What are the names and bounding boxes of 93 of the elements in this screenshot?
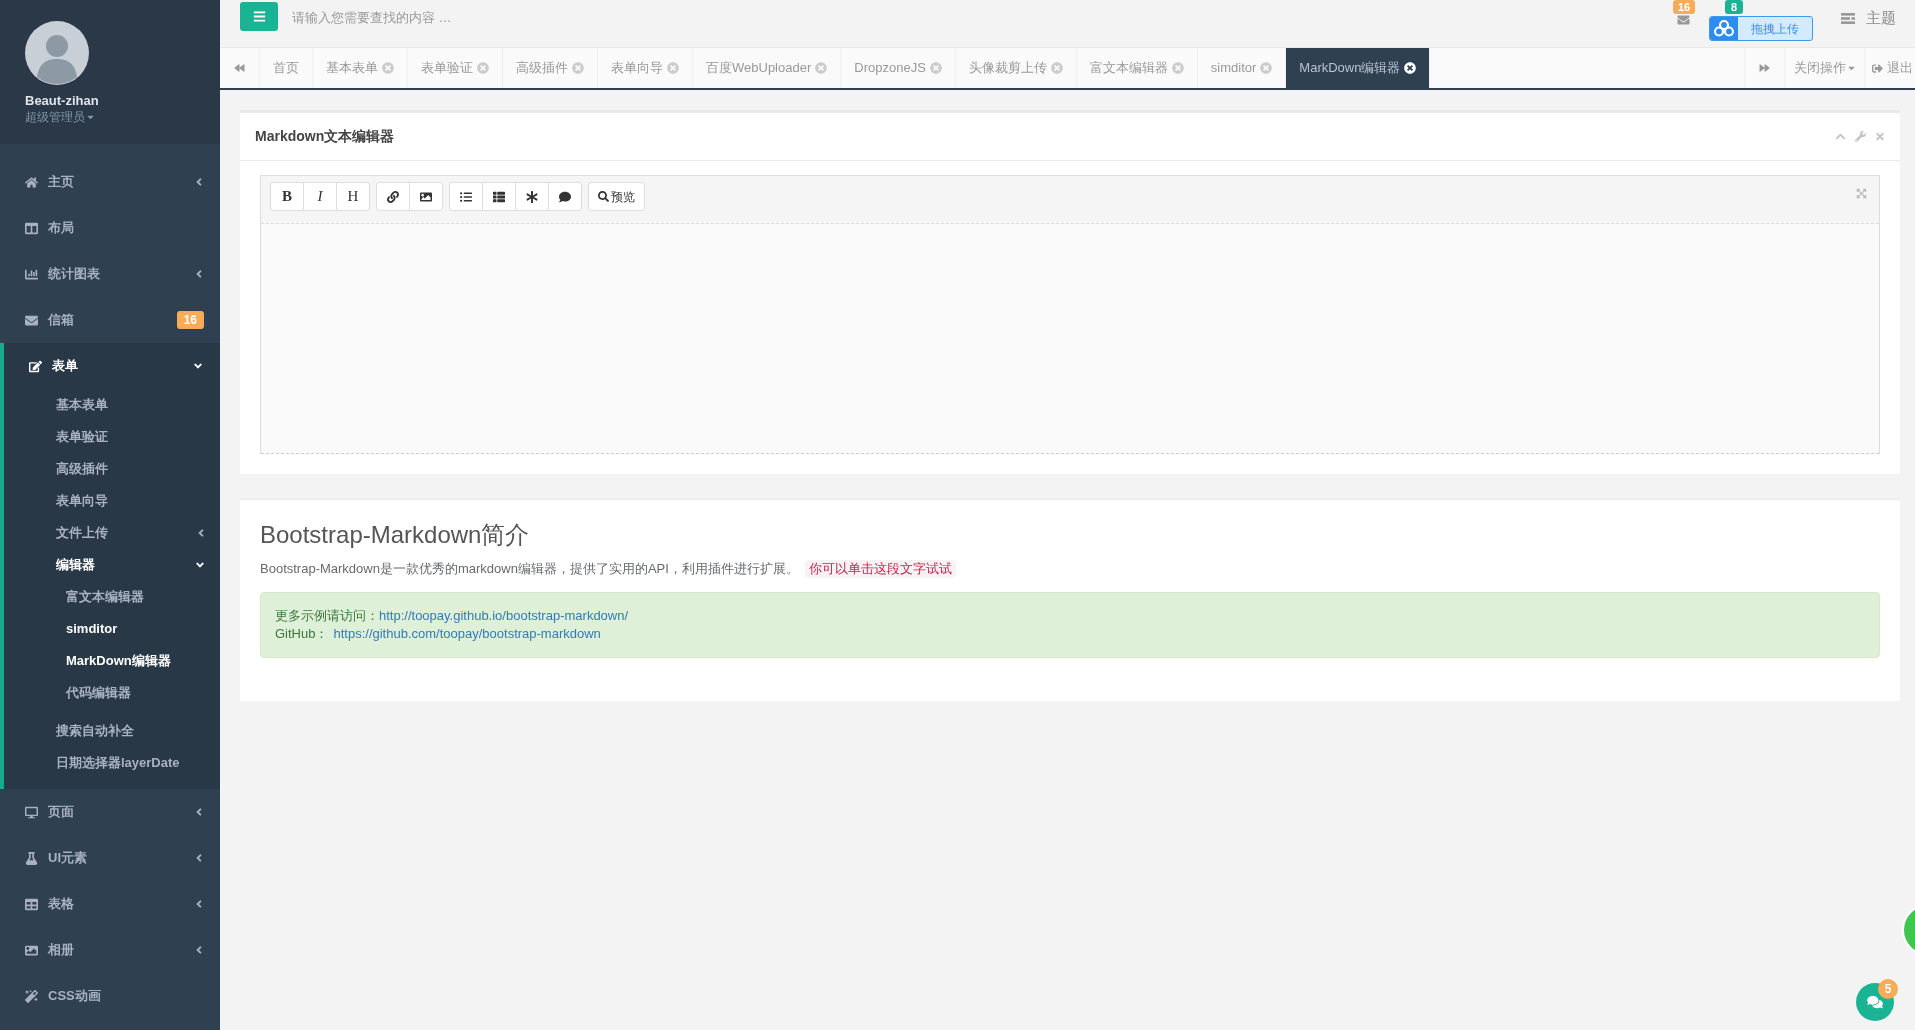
thick-list-icon xyxy=(493,190,505,203)
columns-icon xyxy=(25,221,38,235)
flask-icon xyxy=(25,851,38,865)
submenu-item[interactable]: 代码编辑器 xyxy=(4,677,220,709)
menu-item[interactable]: 主页 xyxy=(0,159,220,205)
menu-item[interactable]: UI元素 xyxy=(0,835,220,881)
table-icon xyxy=(25,897,38,911)
edit-icon xyxy=(29,359,42,373)
drag-upload-button[interactable]: 拖拽上传 xyxy=(1709,16,1813,41)
menu-item[interactable]: 表格 xyxy=(0,881,220,927)
speech-bubble-icon xyxy=(559,190,571,203)
link[interactable]: http://toopay.github.io/bootstrap-markdown/ xyxy=(379,607,629,625)
submenu-item[interactable]: 搜索自动补全 xyxy=(4,715,220,747)
logout-button[interactable]: 退出 xyxy=(1864,48,1915,88)
clickable-tag[interactable]: 你可以单击这段文字试试 xyxy=(804,560,956,578)
double-right-arrow-icon xyxy=(1759,63,1770,73)
submenu-item[interactable]: 编辑器 xyxy=(4,549,220,581)
bar-chart-icon xyxy=(25,267,38,281)
count-badge: 16 xyxy=(176,311,204,329)
intro-text: Bootstrap-Markdown是一款优秀的markdown编辑器，提供了实用的API，利用插件进行扩展。 xyxy=(260,560,799,578)
toolbar-button[interactable] xyxy=(409,182,443,211)
submenu-item[interactable]: 表单向导 xyxy=(4,485,220,517)
sign-out-icon xyxy=(1872,62,1883,74)
monitor-icon xyxy=(25,805,38,819)
role-dropdown[interactable]: 超级管理员 xyxy=(25,109,94,125)
envelope-icon xyxy=(25,313,38,327)
link[interactable]: https://github.com/toopay/bootstrap-markdown xyxy=(333,625,601,643)
menu-toggle-button[interactable] xyxy=(240,2,278,31)
three-rings-icon xyxy=(1710,17,1738,40)
chat-badge: 5 xyxy=(1878,979,1898,999)
home-icon xyxy=(25,175,38,189)
user-name: Beaut-zihan xyxy=(25,93,99,109)
submenu-item[interactable]: 基本表单 xyxy=(4,389,220,421)
toolbar-button[interactable] xyxy=(548,182,582,211)
fullscreen-icon[interactable] xyxy=(1856,188,1867,199)
menu-item[interactable]: CSS动画 xyxy=(0,973,220,1019)
intro-heading: Bootstrap-Markdown简介 xyxy=(260,521,531,549)
toolbar-button[interactable] xyxy=(376,182,410,211)
submenu-item[interactable]: MarkDown编辑器 xyxy=(4,645,220,677)
tab[interactable]: 表单验证 xyxy=(408,48,503,88)
wrench-icon[interactable] xyxy=(1855,131,1866,142)
toolbar-button[interactable]: B xyxy=(270,182,304,211)
double-left-arrow-icon xyxy=(234,63,245,73)
toolbar-button[interactable]: H xyxy=(336,182,370,211)
close-icon[interactable] xyxy=(1404,62,1417,74)
menu-item[interactable]: 表单 xyxy=(4,343,220,389)
notification-badge: 8 xyxy=(1724,0,1743,14)
alert-text: 更多示例请访问： xyxy=(275,607,379,625)
notification-badge: 16 xyxy=(1672,0,1696,14)
tab[interactable]: MarkDown编辑器 xyxy=(1286,48,1431,88)
tab[interactable]: 高级插件 xyxy=(503,48,598,88)
toolbar-button[interactable] xyxy=(449,182,483,211)
toolbar-button[interactable] xyxy=(482,182,516,211)
menu-item[interactable]: 页面 xyxy=(0,789,220,835)
submenu-item[interactable]: 富文本编辑器 xyxy=(4,581,220,613)
panel-title: Markdown文本编辑器 xyxy=(255,127,395,146)
link-icon xyxy=(387,190,399,203)
collapse-icon[interactable] xyxy=(1835,131,1846,142)
tab[interactable]: 表单向导 xyxy=(598,48,693,88)
submenu-item[interactable]: simditor xyxy=(4,613,220,645)
markdown-textarea[interactable] xyxy=(261,224,1879,454)
tab[interactable]: 富文本编辑器 xyxy=(1076,48,1198,88)
close-menu-dropdown[interactable]: 关闭操作 xyxy=(1784,48,1864,88)
image-icon xyxy=(420,190,432,203)
bullet-list-icon xyxy=(460,190,472,203)
menu-item[interactable]: 统计图表 xyxy=(0,251,220,297)
submenu-item[interactable]: 高级插件 xyxy=(4,453,220,485)
toolbar-button[interactable] xyxy=(515,182,549,211)
magic-wand-icon xyxy=(25,989,38,1003)
submenu-item[interactable]: 文件上传 xyxy=(4,517,220,549)
tab[interactable]: 基本表单 xyxy=(313,48,408,88)
picture-icon xyxy=(25,943,38,957)
tab[interactable]: DropzoneJS xyxy=(841,48,956,88)
nav-link[interactable]: 主题 xyxy=(1866,9,1896,27)
tab[interactable]: 百度WebUploader xyxy=(693,48,842,88)
submenu-item[interactable]: 日期选择器layerDate xyxy=(4,747,220,779)
menu-item[interactable]: 信箱 16 xyxy=(0,297,220,343)
tab[interactable]: 首页 xyxy=(260,48,313,88)
envelope-icon[interactable] xyxy=(1675,14,1691,26)
search-icon xyxy=(598,191,609,202)
search-field[interactable]: 请输入您需要查找的内容 … xyxy=(292,3,712,32)
stacked-bars-icon xyxy=(1841,13,1855,24)
tab[interactable]: 头像裁剪上传 xyxy=(955,48,1077,88)
menu-item[interactable]: 布局 xyxy=(0,205,220,251)
alert-text: GitHub： xyxy=(275,625,329,643)
submenu-item[interactable]: 表单验证 xyxy=(4,421,220,453)
avatar-silhouette-icon xyxy=(25,21,89,85)
menu-icon xyxy=(252,10,266,23)
toolbar-button[interactable]: I xyxy=(303,182,337,211)
menu-item[interactable]: 相册 xyxy=(0,927,220,973)
chat-bubbles-icon xyxy=(1867,995,1883,1009)
asterisk-icon xyxy=(526,190,538,203)
preview-button[interactable]: 预览 xyxy=(588,182,645,211)
